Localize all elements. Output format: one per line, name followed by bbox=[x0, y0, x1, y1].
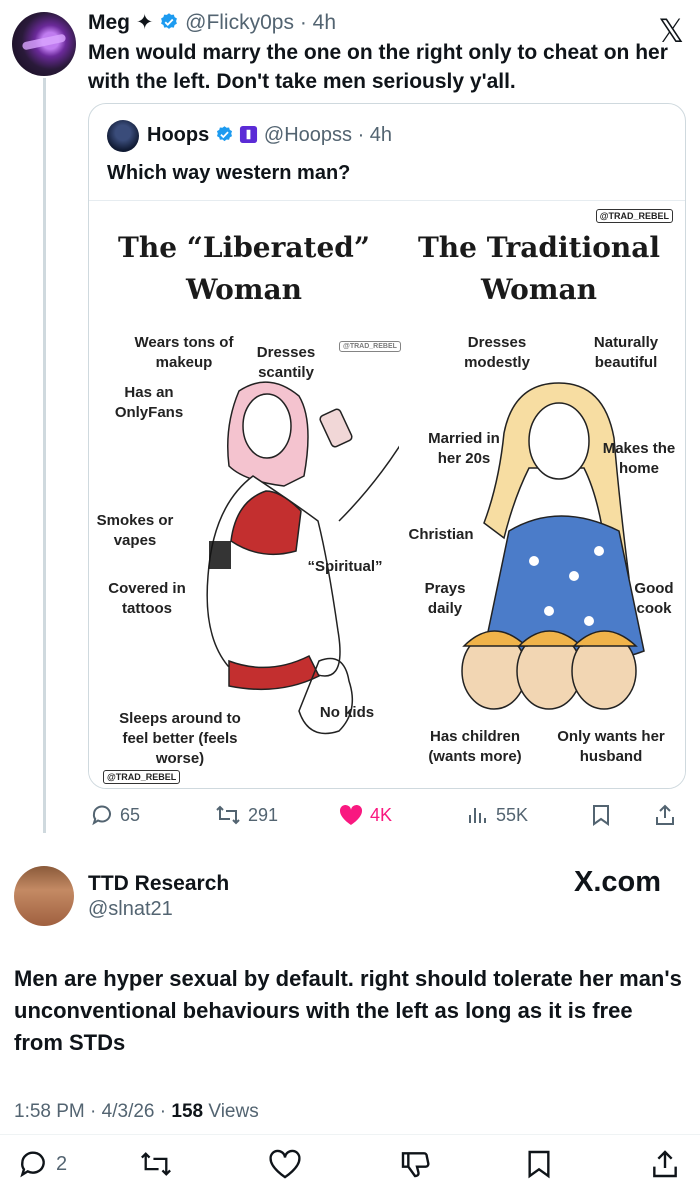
label-makes-home: Makes the home bbox=[602, 440, 676, 477]
label-married-20s: Married in her 20s bbox=[428, 430, 500, 467]
reply-count: 2 bbox=[56, 1152, 68, 1175]
reply-button[interactable]: 65 bbox=[90, 803, 140, 827]
share-button[interactable] bbox=[654, 803, 676, 827]
quote-author-handle: @Hoopss bbox=[263, 124, 353, 146]
label-has-children: Has children (wants more) bbox=[428, 728, 522, 765]
quote-time: · 4h bbox=[357, 124, 393, 146]
avatar bbox=[107, 120, 139, 152]
reply-author-name[interactable]: TTD Research bbox=[88, 872, 229, 896]
repost-button[interactable] bbox=[138, 1148, 174, 1180]
label-smokes: Smokes or vapes bbox=[96, 512, 174, 549]
label-makeup: Wears tons of makeup bbox=[134, 334, 234, 371]
quote-header: Hoops @Hoopss · 4h bbox=[147, 124, 392, 147]
label-prays-daily: Prays daily bbox=[424, 580, 466, 617]
thread-line bbox=[43, 78, 46, 833]
views-icon bbox=[469, 808, 486, 823]
divider bbox=[0, 1134, 700, 1135]
avatar[interactable] bbox=[14, 866, 74, 926]
label-dresses-scantily: Dresses scantily bbox=[256, 344, 316, 381]
label-onlyfans: Has an OnlyFans bbox=[114, 384, 184, 421]
verified-icon bbox=[161, 13, 178, 29]
label-dresses-modestly: Dresses modestly bbox=[464, 334, 530, 371]
like-button[interactable]: 4K bbox=[338, 803, 392, 827]
quoted-post[interactable]: Hoops @Hoopss · 4h Which way western man… bbox=[88, 103, 686, 789]
like-count: 4K bbox=[370, 804, 393, 825]
post-header: Meg ✦ @Flicky0ps · 4h bbox=[88, 10, 336, 35]
repost-icon bbox=[141, 1152, 171, 1176]
quote-author-name: Hoops bbox=[147, 124, 210, 146]
reply-count: 65 bbox=[120, 804, 141, 825]
label-sleeps-around: Sleeps around to feel better (feels wors… bbox=[119, 710, 241, 767]
reply-button[interactable]: 2 bbox=[16, 1148, 67, 1180]
post-date[interactable]: 4/3/26 bbox=[102, 1101, 155, 1122]
label-naturally-beautiful: Naturally beautiful bbox=[593, 334, 659, 371]
label-no-kids: No kids bbox=[319, 704, 375, 721]
repost-button[interactable]: 291 bbox=[214, 803, 278, 827]
label-spiritual: “Spiritual” bbox=[307, 558, 383, 575]
dislike-button[interactable] bbox=[398, 1148, 432, 1180]
like-button[interactable] bbox=[268, 1148, 302, 1180]
author-handle[interactable]: @Flicky0ps bbox=[185, 11, 294, 34]
thumbs-down-icon bbox=[401, 1152, 430, 1178]
views-button[interactable]: 55K bbox=[466, 803, 528, 827]
bookmark-icon bbox=[528, 1150, 550, 1179]
repost-count: 291 bbox=[248, 804, 279, 825]
label-only-husband: Only wants her husband bbox=[557, 728, 665, 765]
children-illustration bbox=[461, 630, 638, 710]
heart-filled-icon bbox=[339, 804, 363, 825]
author-name[interactable]: Meg ✦ bbox=[88, 11, 153, 34]
reply-author-handle[interactable]: @slnat21 bbox=[88, 898, 173, 921]
share-icon bbox=[656, 804, 674, 825]
post-meta: 1:58 PM · 4/3/26 · 158 Views bbox=[14, 1101, 259, 1122]
post-text: Men would marry the one on the right onl… bbox=[88, 41, 668, 93]
right-title: The Traditional Woman bbox=[417, 231, 661, 306]
watermark: @TRAD_REBEL bbox=[339, 341, 401, 352]
bookmark-button[interactable] bbox=[524, 1148, 554, 1180]
heart-icon bbox=[269, 1149, 301, 1179]
share-icon bbox=[653, 1150, 677, 1178]
share-button[interactable] bbox=[650, 1148, 680, 1180]
avatar[interactable] bbox=[12, 12, 76, 76]
post-time[interactable]: · 4h bbox=[300, 11, 336, 34]
verified-icon bbox=[216, 126, 232, 142]
affiliate-badge-icon bbox=[240, 125, 258, 144]
left-title: The “Liberated” Woman bbox=[118, 231, 370, 306]
post-time[interactable]: 1:58 PM bbox=[14, 1101, 85, 1122]
x-com-logo: X.com bbox=[574, 866, 662, 898]
label-christian: Christian bbox=[408, 526, 474, 543]
reply-icon bbox=[92, 805, 111, 826]
label-tattoos: Covered in tattoos bbox=[108, 580, 186, 617]
bookmark-button[interactable] bbox=[590, 803, 612, 827]
repost-icon bbox=[216, 805, 240, 825]
label-good-cook: Good cook bbox=[634, 580, 674, 617]
meme-image[interactable]: @TRAD_REBEL @TRAD_REBEL @TRAD_REBEL The … bbox=[89, 200, 685, 788]
watermark: @TRAD_REBEL bbox=[595, 209, 673, 223]
view-count: 55K bbox=[496, 804, 529, 825]
watermark: @TRAD_REBEL bbox=[103, 770, 181, 784]
quote-text: Which way western man? bbox=[107, 162, 351, 184]
views-label: Views bbox=[208, 1101, 259, 1122]
bookmark-icon bbox=[593, 805, 609, 826]
reply-icon bbox=[20, 1151, 45, 1178]
reply-text: Men are hyper sexual by default. right s… bbox=[14, 966, 682, 1055]
views-count: 158 bbox=[171, 1101, 204, 1122]
